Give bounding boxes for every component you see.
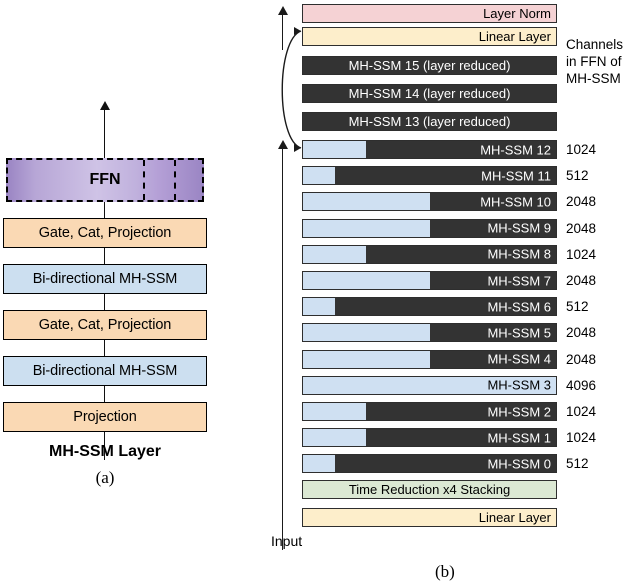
channel-count-mh-ssm-1: 1024: [566, 430, 597, 446]
bar-mh-ssm-0[interactable]: MH-SSM 0: [302, 454, 557, 474]
bar-fill: [303, 193, 430, 211]
connector-gate2-bissm2: [104, 248, 105, 264]
block-linear-layer-bottom[interactable]: Linear Layer: [302, 508, 557, 527]
block-label: Linear Layer: [478, 29, 551, 44]
panel-a-caption: (a): [95, 468, 115, 487]
bar-fill: [303, 324, 430, 342]
block-gate-cat-projection-2[interactable]: Gate, Cat, Projection: [3, 218, 207, 248]
block-mhssm-13-reduced[interactable]: MH-SSM 13 (layer reduced): [302, 112, 557, 131]
ffn-label: FFN: [89, 171, 121, 188]
bar-fill: [303, 350, 430, 368]
bar-label: MH-SSM 11: [481, 168, 551, 184]
bar-mh-ssm-5[interactable]: MH-SSM 5: [302, 323, 557, 343]
channel-count-mh-ssm-6: 512: [566, 299, 589, 315]
ffn-divider-2: [174, 160, 176, 200]
channel-count-mh-ssm-8: 1024: [566, 246, 597, 262]
connector-gate1-bissm1: [104, 340, 105, 356]
bar-label: MH-SSM 2: [487, 404, 551, 419]
block-mhssm-15-reduced[interactable]: MH-SSM 15 (layer reduced): [302, 56, 557, 75]
bar-label: MH-SSM 6: [487, 299, 551, 315]
bar-fill: [303, 167, 335, 185]
block-mhssm-14-reduced[interactable]: MH-SSM 14 (layer reduced): [302, 84, 557, 103]
block-bidirectional-mhssm-1[interactable]: Bi-directional MH-SSM: [3, 356, 207, 386]
bar-label: MH-SSM 7: [487, 273, 551, 288]
bar-mh-ssm-1[interactable]: MH-SSM 1: [302, 428, 557, 448]
bar-fill: [303, 272, 430, 289]
block-label: Bi-directional MH-SSM: [32, 271, 178, 287]
block-label: Time Reduction x4 Stacking: [348, 482, 511, 497]
block-label: Projection: [73, 409, 137, 425]
block-label: Gate, Cat, Projection: [38, 225, 172, 241]
bar-label: MH-SSM 9: [487, 220, 551, 236]
channel-count-mh-ssm-4: 2048: [566, 351, 597, 367]
block-projection[interactable]: Projection: [3, 402, 207, 432]
bar-fill: [303, 141, 367, 158]
bar-mh-ssm-10[interactable]: MH-SSM 10: [302, 192, 557, 212]
block-label: Layer Norm: [483, 6, 551, 21]
bar-mh-ssm-7[interactable]: MH-SSM 7: [302, 271, 557, 290]
bar-fill: [303, 245, 367, 263]
channel-count-mh-ssm-2: 1024: [566, 404, 597, 419]
channels-header-line-1: Channels: [566, 37, 624, 52]
bar-mh-ssm-2[interactable]: MH-SSM 2: [302, 402, 557, 421]
channel-count-mh-ssm-3: 4096: [566, 377, 597, 393]
bar-label: MH-SSM 12: [480, 142, 551, 157]
channel-count-mh-ssm-7: 2048: [566, 273, 597, 288]
bar-fill: [303, 429, 367, 447]
channel-count-mh-ssm-5: 2048: [566, 325, 597, 341]
block-linear-layer-top[interactable]: Linear Layer: [302, 27, 557, 46]
input-label: Input: [271, 533, 303, 549]
bar-fill: [303, 298, 335, 316]
output-arrow-shaft-b: [282, 14, 283, 50]
block-label: Linear Layer: [478, 510, 551, 525]
output-arrow-head-a: [99, 101, 110, 110]
ffn-divider-1: [143, 160, 145, 200]
bar-mh-ssm-12[interactable]: MH-SSM 12: [302, 140, 557, 159]
panel-b-caption: (b): [435, 562, 455, 581]
bar-label: MH-SSM 10: [480, 194, 551, 210]
block-time-reduction[interactable]: Time Reduction x4 Stacking: [302, 480, 557, 499]
bar-fill: [303, 219, 430, 237]
bar-label: MH-SSM 5: [487, 325, 551, 341]
bar-label: MH-SSM 0: [487, 456, 551, 472]
channel-count-mh-ssm-12: 1024: [566, 142, 597, 157]
bar-mh-ssm-3[interactable]: MH-SSM 3: [302, 375, 557, 395]
bar-mh-ssm-6[interactable]: MH-SSM 6: [302, 297, 557, 317]
bar-label: MH-SSM 4: [487, 351, 551, 367]
bar-mh-ssm-9[interactable]: MH-SSM 9: [302, 218, 557, 238]
channels-header-line-2: in FFN of: [566, 54, 622, 69]
bar-mh-ssm-4[interactable]: MH-SSM 4: [302, 349, 557, 369]
channel-count-mh-ssm-10: 2048: [566, 194, 597, 210]
channel-count-mh-ssm-0: 512: [566, 456, 589, 472]
panel-b: Layer Norm Linear Layer MH-SSM 15 (layer…: [270, 0, 640, 587]
bar-fill: [303, 455, 335, 473]
connector-bissm1-projection: [104, 386, 105, 402]
bar-label: MH-SSM 1: [487, 430, 551, 446]
input-arrow-shaft-b: [282, 148, 283, 550]
output-arrow-shaft-a: [104, 110, 105, 158]
connector-bissm2-gate1: [104, 294, 105, 310]
panel-a-title: MH-SSM Layer: [48, 443, 162, 460]
bar-label: MH-SSM 3: [487, 377, 551, 393]
panel-a: FFN Gate, Cat, Projection Bi-directional…: [0, 0, 270, 587]
channels-header-line-3: MH-SSM: [566, 71, 621, 86]
bar-mh-ssm-11[interactable]: MH-SSM 11: [302, 166, 557, 186]
channel-count-mh-ssm-11: 512: [566, 168, 589, 184]
block-label: MH-SSM 15 (layer reduced): [348, 58, 511, 73]
bar-label: MH-SSM 8: [487, 246, 551, 262]
block-gate-cat-projection-1[interactable]: Gate, Cat, Projection: [3, 310, 207, 340]
block-label: Bi-directional MH-SSM: [32, 363, 178, 379]
channel-count-mh-ssm-9: 2048: [566, 220, 597, 236]
block-layer-norm-top[interactable]: Layer Norm: [302, 4, 557, 23]
channels-header: Channels in FFN of MH-SSM: [566, 36, 623, 87]
block-label: MH-SSM 14 (layer reduced): [348, 86, 511, 101]
block-label: Gate, Cat, Projection: [38, 317, 172, 333]
connector-ffn-gate2: [104, 202, 105, 218]
ffn-block[interactable]: FFN: [6, 158, 204, 202]
bar-fill: [303, 403, 367, 420]
block-label: MH-SSM 13 (layer reduced): [348, 114, 511, 129]
bar-mh-ssm-8[interactable]: MH-SSM 8: [302, 244, 557, 264]
block-bidirectional-mhssm-2[interactable]: Bi-directional MH-SSM: [3, 264, 207, 294]
